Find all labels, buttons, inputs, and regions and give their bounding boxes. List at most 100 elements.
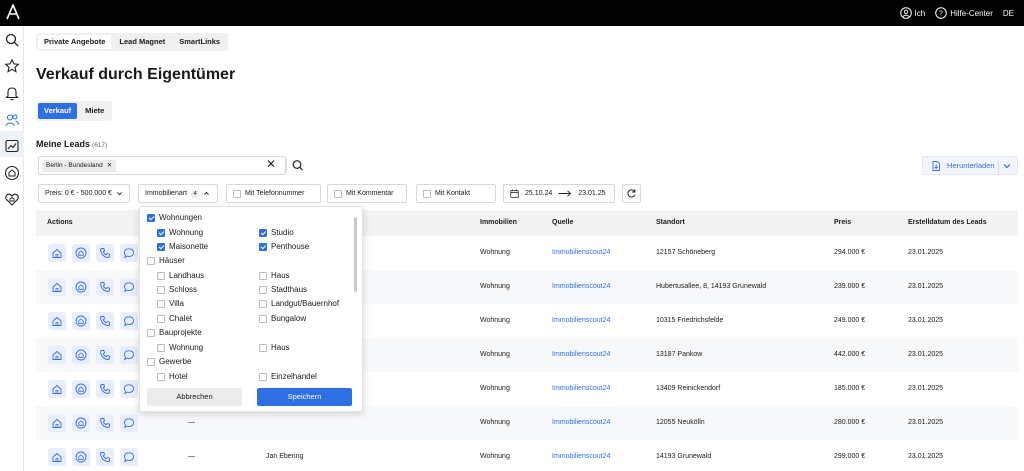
dropdown-scrollbar[interactable] [354, 217, 357, 292]
user-menu[interactable]: Ich [899, 7, 925, 19]
phone-action-button[interactable] [96, 312, 114, 330]
bell-icon[interactable] [4, 85, 20, 101]
option-chalet[interactable]: Chalet [157, 314, 192, 323]
refresh-button[interactable] [622, 184, 641, 203]
users-icon[interactable] [4, 112, 20, 128]
home-action-button[interactable] [48, 346, 66, 364]
download-button[interactable]: Herunterladen [922, 156, 1018, 175]
house-at-action-button[interactable] [72, 414, 90, 432]
location-chip[interactable]: Berlin - Bundesland ✕ [42, 160, 117, 172]
cell-quelle-link[interactable]: Immobilienscout24 [552, 385, 610, 392]
chat-action-button[interactable] [120, 380, 138, 398]
group-wohnungen[interactable]: Wohnungen [147, 213, 202, 222]
house-at-action-button[interactable] [72, 278, 90, 296]
comment-filter-checkbox[interactable] [334, 189, 342, 198]
date-to[interactable]: 23.01.25 [578, 190, 605, 197]
option-maisonette[interactable]: Maisonette [157, 242, 208, 251]
option-villa[interactable]: Villa [157, 299, 184, 308]
option-chalet-checkbox[interactable] [157, 314, 165, 323]
search-button[interactable] [286, 156, 310, 175]
option-bauprojekt-haus-checkbox[interactable] [259, 343, 267, 352]
cell-quelle-link[interactable]: Immobilienscout24 [552, 283, 610, 290]
header-preis[interactable]: Preis [834, 219, 851, 226]
header-immobilien[interactable]: Immobilien [480, 219, 517, 226]
contact-filter-checkbox[interactable] [423, 189, 431, 198]
tab-lead-magnet[interactable]: Lead Magnet [113, 35, 171, 49]
option-schloss[interactable]: Schloss [157, 285, 197, 294]
star-icon[interactable] [4, 58, 20, 74]
cell-quelle-link[interactable]: Immobilienscout24 [552, 351, 610, 358]
home-action-button[interactable] [48, 414, 66, 432]
phone-action-button[interactable] [96, 380, 114, 398]
group-bauprojekte[interactable]: Bauprojekte [147, 328, 202, 337]
option-wohnung[interactable]: Wohnung [157, 228, 203, 237]
chat-action-button[interactable] [120, 244, 138, 262]
price-filter[interactable]: Preis: 0 € - 500.000 € [38, 184, 130, 203]
cell-quelle-link[interactable]: Immobilienscout24 [552, 419, 610, 426]
option-haus[interactable]: Haus [259, 271, 290, 280]
home-action-button[interactable] [48, 312, 66, 330]
chevron-down-icon[interactable] [1002, 161, 1012, 171]
phone-filter-checkbox[interactable] [233, 189, 241, 198]
house-at-action-button[interactable] [72, 244, 90, 262]
option-landgut-checkbox[interactable] [259, 299, 267, 308]
group-bauprojekte-checkbox[interactable] [147, 328, 155, 337]
option-bungalow-checkbox[interactable] [259, 314, 267, 323]
table-row[interactable]: — Jan Ebering Wohnung Immobilienscout24 1419… [36, 440, 1018, 471]
option-villa-checkbox[interactable] [157, 299, 165, 308]
header-erstelldatum[interactable]: Erstelldatum des Leads [908, 219, 987, 226]
option-bauprojekt-wohnung[interactable]: Wohnung [157, 343, 203, 352]
search-icon[interactable] [4, 32, 20, 48]
option-penthouse-checkbox[interactable] [259, 242, 267, 251]
date-from[interactable]: 25.10.24 [525, 190, 552, 197]
group-gewerbe-checkbox[interactable] [147, 357, 155, 366]
phone-filter[interactable]: Mit Telefonnummer [226, 184, 321, 203]
phone-action-button[interactable] [96, 414, 114, 432]
chat-action-button[interactable] [120, 312, 138, 330]
cancel-button[interactable]: Abbrechen [147, 388, 242, 406]
option-penthouse[interactable]: Penthouse [259, 242, 309, 251]
location-search-input[interactable]: Berlin - Bundesland ✕ [38, 156, 286, 175]
phone-action-button[interactable] [96, 244, 114, 262]
chat-action-button[interactable] [120, 278, 138, 296]
house-at-action-button[interactable] [72, 312, 90, 330]
house-at-action-button[interactable] [72, 346, 90, 364]
option-landhaus-checkbox[interactable] [157, 271, 165, 280]
help-center-link[interactable]: ? Hilfe-Center [935, 7, 993, 19]
comment-filter[interactable]: Mit Kommentar [327, 184, 407, 203]
home-action-button[interactable] [48, 278, 66, 296]
option-maisonette-checkbox[interactable] [157, 242, 165, 251]
option-haus-checkbox[interactable] [259, 271, 267, 280]
chat-action-button[interactable] [120, 448, 138, 466]
option-studio[interactable]: Studio [259, 228, 294, 237]
header-quelle[interactable]: Quelle [552, 219, 573, 226]
a-logo-icon[interactable] [5, 4, 21, 20]
chat-action-button[interactable] [120, 414, 138, 432]
date-range-filter[interactable]: 25.10.24 23.01.25 [503, 184, 615, 203]
home-action-button[interactable] [48, 244, 66, 262]
option-landgut[interactable]: Landgut/Bauernhof [259, 299, 339, 308]
group-haeuser-checkbox[interactable] [147, 256, 155, 265]
cell-quelle-link[interactable]: Immobilienscout24 [552, 249, 610, 256]
header-standort[interactable]: Standort [656, 219, 685, 226]
home-action-button[interactable] [48, 448, 66, 466]
group-gewerbe[interactable]: Gewerbe [147, 357, 191, 366]
option-schloss-checkbox[interactable] [157, 285, 165, 294]
option-bauprojekt-wohnung-checkbox[interactable] [157, 343, 165, 352]
phone-action-button[interactable] [96, 448, 114, 466]
chat-action-button[interactable] [120, 346, 138, 364]
option-bungalow[interactable]: Bungalow [259, 314, 306, 323]
save-button[interactable]: Speichern [257, 388, 352, 406]
option-landhaus[interactable]: Landhaus [157, 271, 204, 280]
phone-action-button[interactable] [96, 278, 114, 296]
language-switch[interactable]: DE [1003, 9, 1014, 18]
chart-icon[interactable] [4, 138, 20, 154]
house-at-icon[interactable] [4, 165, 20, 181]
clear-search-icon[interactable]: ✕ [266, 157, 276, 171]
heart-house-icon[interactable] [4, 191, 20, 207]
option-stadthaus[interactable]: Stadthaus [259, 285, 307, 294]
group-wohnungen-checkbox[interactable] [147, 213, 155, 222]
segment-miete[interactable]: Miete [79, 103, 110, 119]
option-hotel-checkbox[interactable] [157, 372, 165, 381]
house-at-action-button[interactable] [72, 448, 90, 466]
